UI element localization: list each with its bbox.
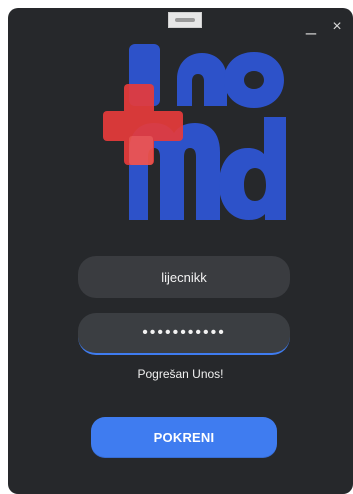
- logo-n: [177, 53, 227, 106]
- password-value: •••••••••••: [142, 324, 226, 341]
- username-field[interactable]: lijecnikk: [78, 256, 290, 298]
- drag-handle-bar: [175, 18, 195, 22]
- username-value: lijecnikk: [161, 269, 207, 285]
- minimize-button[interactable]: _: [303, 16, 319, 34]
- logo-o: [224, 52, 284, 108]
- medical-cross-highlight: [129, 136, 153, 165]
- password-field[interactable]: •••••••••••: [78, 313, 290, 355]
- drag-handle-icon[interactable]: [168, 12, 202, 28]
- close-button[interactable]: ×: [329, 18, 345, 36]
- minimize-icon: _: [305, 15, 316, 35]
- window-controls: _ ×: [303, 16, 345, 36]
- app-logo: [103, 44, 286, 220]
- close-icon: ×: [332, 18, 342, 35]
- login-window: _ × lijecnikk ••••••••••• Pogrešan Unos!…: [8, 8, 353, 494]
- start-button[interactable]: POKRENI: [91, 417, 277, 458]
- logo-d: [219, 117, 286, 220]
- error-message: Pogrešan Unos!: [137, 367, 224, 381]
